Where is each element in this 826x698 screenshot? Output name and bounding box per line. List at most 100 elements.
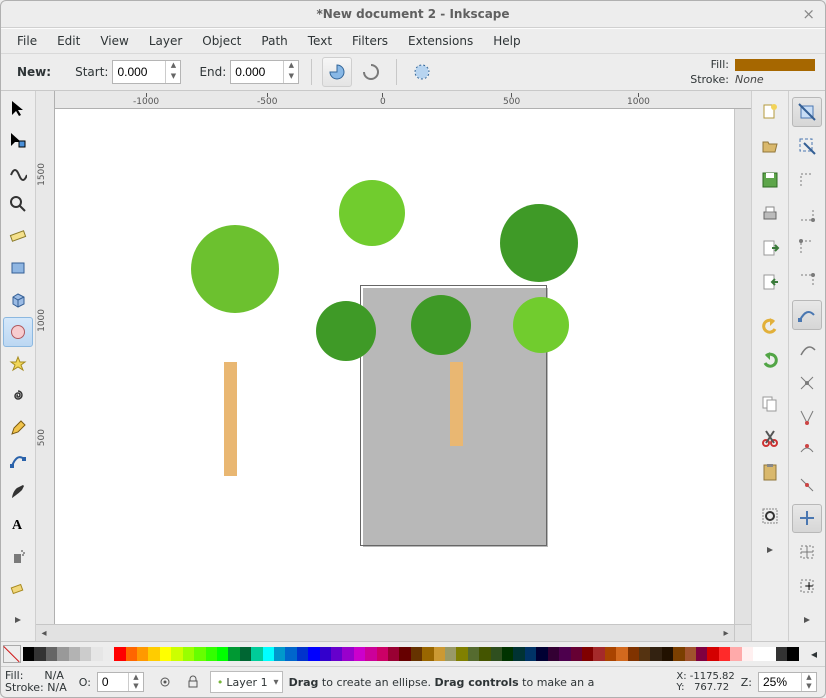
make-whole-button[interactable] [407,57,437,87]
color-swatch[interactable] [23,647,34,661]
color-swatch[interactable] [57,647,68,661]
color-swatch[interactable] [228,647,239,661]
snap-corner-button[interactable] [792,199,822,229]
color-swatch[interactable] [34,647,45,661]
color-swatch[interactable] [342,647,353,661]
canvas-object[interactable] [500,204,578,282]
calligraphy-tool[interactable] [3,477,33,507]
color-swatch[interactable] [513,647,524,661]
color-swatch[interactable] [456,647,467,661]
color-swatch[interactable] [148,647,159,661]
color-swatch[interactable] [377,647,388,661]
canvas-object[interactable] [191,225,279,313]
color-swatch[interactable] [650,647,661,661]
scroll-right-icon[interactable]: ▸ [718,625,734,641]
snap-cusp-button[interactable] [792,402,822,432]
color-swatch[interactable] [742,647,753,661]
snap-edge-button[interactable] [792,165,822,195]
snap-intersection-button[interactable] [792,368,822,398]
color-swatch[interactable] [263,647,274,661]
color-swatch[interactable] [217,647,228,661]
menu-text[interactable]: Text [298,31,342,51]
layer-selector[interactable]: •Layer 1 [210,671,283,693]
menu-layer[interactable]: Layer [139,31,192,51]
start-input[interactable] [113,61,165,83]
more-commands-icon[interactable] [755,535,785,565]
menu-object[interactable]: Object [192,31,251,51]
color-swatch[interactable] [639,647,650,661]
opacity-spin[interactable]: ▲▼ [97,672,144,692]
measure-tool[interactable] [3,221,33,251]
snap-center-button[interactable] [792,266,822,296]
color-swatch[interactable] [126,647,137,661]
color-swatch[interactable] [776,647,787,661]
canvas-object[interactable] [513,297,569,353]
new-doc-button[interactable] [755,97,785,127]
color-swatch[interactable] [730,647,741,661]
box3d-tool[interactable] [3,285,33,315]
eraser-tool[interactable] [3,573,33,603]
snap-bbox-button[interactable] [792,131,822,161]
color-swatch[interactable] [719,647,730,661]
snap-node-button[interactable] [792,300,822,330]
color-swatch[interactable] [285,647,296,661]
color-swatch[interactable] [308,647,319,661]
color-swatch[interactable] [160,647,171,661]
color-swatch[interactable] [525,647,536,661]
color-swatch[interactable] [103,647,114,661]
paste-button[interactable] [755,457,785,487]
color-swatch[interactable] [331,647,342,661]
rect-tool[interactable] [3,253,33,283]
top-stroke-swatch[interactable]: None [735,73,764,86]
color-swatch[interactable] [137,647,148,661]
color-swatch[interactable] [365,647,376,661]
start-up[interactable]: ▲ [166,61,180,72]
color-swatch[interactable] [548,647,559,661]
pencil-tool[interactable] [3,413,33,443]
color-swatch[interactable] [320,647,331,661]
copy-button[interactable] [755,389,785,419]
color-swatch[interactable] [114,647,125,661]
color-swatch[interactable] [274,647,285,661]
color-swatch[interactable] [69,647,80,661]
color-swatch[interactable] [251,647,262,661]
cut-button[interactable] [755,423,785,453]
color-swatch[interactable] [571,647,582,661]
ruler-vertical[interactable]: 15001000500 [36,109,55,624]
open-button[interactable] [755,131,785,161]
zoom-input[interactable] [759,673,801,691]
color-swatch[interactable] [399,647,410,661]
bezier-tool[interactable] [3,445,33,475]
redo-button[interactable] [755,345,785,375]
opacity-input[interactable] [98,673,128,691]
print-button[interactable] [755,199,785,229]
canvas-object[interactable] [339,180,405,246]
color-swatch[interactable] [696,647,707,661]
undo-button[interactable] [755,311,785,341]
import-button[interactable] [755,233,785,263]
ellipse-tool[interactable] [3,317,33,347]
canvas-object[interactable] [411,295,471,355]
text-tool[interactable]: A [3,509,33,539]
color-swatch[interactable] [593,647,604,661]
color-swatch[interactable] [662,647,673,661]
zoom-selection-button[interactable] [755,501,785,531]
tweak-tool[interactable] [3,157,33,187]
end-up[interactable]: ▲ [284,61,298,72]
color-swatch[interactable] [616,647,627,661]
color-swatch[interactable] [171,647,182,661]
color-swatch[interactable] [582,647,593,661]
top-fill-swatch[interactable] [735,59,815,71]
color-swatch[interactable] [46,647,57,661]
menu-file[interactable]: File [7,31,47,51]
no-color-swatch[interactable] [3,645,21,663]
color-swatch[interactable] [764,647,775,661]
arc-closed-button[interactable] [322,57,352,87]
color-swatch[interactable] [297,647,308,661]
start-spin[interactable]: ▲▼ [112,60,181,84]
zoom-spin[interactable]: ▲▼ [758,672,817,692]
snap-smooth-button[interactable] [792,436,822,466]
arc-open-button[interactable] [356,57,386,87]
color-swatch[interactable] [707,647,718,661]
end-down[interactable]: ▼ [284,72,298,83]
